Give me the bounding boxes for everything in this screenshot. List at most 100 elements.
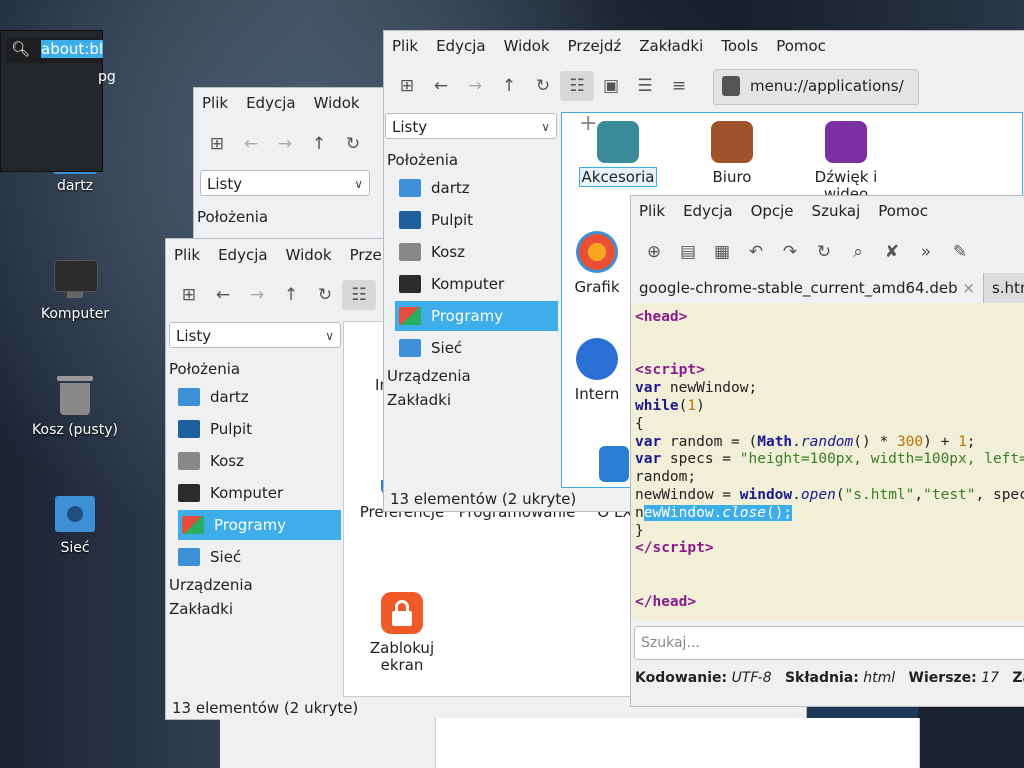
address-input[interactable]: menu://applications/ — [750, 77, 904, 95]
desktop-icon-label: Kosz (pusty) — [32, 422, 118, 438]
compact-view-icon[interactable]: ☰ — [628, 71, 662, 101]
app-accessories[interactable]: Akcesoria — [563, 121, 673, 187]
sidebar-item-computer[interactable]: Komputer — [178, 478, 338, 508]
menu-view[interactable]: Widok — [286, 246, 332, 264]
new-file-icon[interactable]: ⊕ — [637, 237, 671, 267]
menu-file[interactable]: Plik — [174, 246, 200, 264]
menu-edit[interactable]: Edycja — [683, 202, 732, 220]
search-placeholder: Szukaj... — [641, 635, 700, 651]
briefcase-icon — [711, 121, 753, 163]
search-field[interactable]: Szukaj... — [634, 626, 1024, 660]
app-graphics[interactable]: Grafik — [557, 231, 637, 296]
forward-icon[interactable]: → — [458, 71, 492, 101]
menu-file[interactable]: Plik — [202, 94, 228, 112]
address-bar[interactable]: menu://applications/ — [713, 69, 919, 105]
tab-label: s.html — [991, 279, 1024, 297]
new-tab-icon[interactable]: ⊞ — [172, 280, 206, 310]
folder-home-icon — [399, 179, 421, 197]
tab-chrome-deb[interactable]: google-chrome-stable_current_amd64.deb × — [631, 273, 984, 303]
search-launcher: 🔍︎ about:bl pg — [0, 30, 116, 172]
menu-options[interactable]: Opcje — [751, 202, 794, 220]
more-icon[interactable]: » — [909, 237, 943, 267]
menu-edit[interactable]: Edycja — [218, 246, 267, 264]
find-icon[interactable]: ⌕ — [841, 237, 875, 267]
sidebar-item-label: dartz — [431, 179, 470, 197]
menu-edit[interactable]: Edycja — [436, 37, 485, 55]
sidebar-item-network[interactable]: Sieć — [178, 542, 338, 572]
menu-go[interactable]: Prze — [350, 246, 382, 264]
forward-icon[interactable]: → — [240, 280, 274, 310]
find-replace-icon[interactable]: ✘ — [875, 237, 909, 267]
code-editor[interactable]: <head> <script> var newWindow; while(1) … — [631, 303, 1024, 621]
search-bar[interactable]: 🔍︎ about:bl — [7, 37, 104, 63]
desktop-icon-trash[interactable]: Kosz (pusty) — [20, 374, 130, 438]
undo-icon[interactable]: ↶ — [739, 237, 773, 267]
pen-icon[interactable]: ✎ — [943, 237, 977, 267]
back-icon[interactable]: ← — [234, 129, 268, 159]
sidebar-item-label: Kosz — [210, 452, 244, 470]
menu-file[interactable]: Plik — [392, 37, 418, 55]
back-icon[interactable]: ← — [424, 71, 458, 101]
back-icon[interactable]: ← — [206, 280, 240, 310]
sidebar-item-desktop[interactable]: Pulpit — [178, 414, 338, 444]
redo-icon[interactable]: ↷ — [773, 237, 807, 267]
chevron-down-icon: ∨ — [354, 177, 363, 191]
open-folder-icon[interactable]: ▤ — [671, 237, 705, 267]
app-label: Akcesoria — [578, 167, 658, 187]
list-view-icon[interactable]: ≡ — [662, 71, 696, 101]
icon-view-icon[interactable]: ☷ — [560, 71, 594, 101]
up-icon[interactable]: ↑ — [274, 280, 308, 310]
chevron-down-icon: ∨ — [541, 120, 550, 134]
view-mode-select[interactable]: Listy ∨ — [200, 170, 370, 196]
sidebar-item-applications[interactable]: Programy — [395, 301, 558, 331]
desktop-icon-network[interactable]: Sieć — [20, 492, 130, 556]
menu-edit[interactable]: Edycja — [246, 94, 295, 112]
menu-file[interactable]: Plik — [639, 202, 665, 220]
menu-tools[interactable]: Tools — [721, 37, 758, 55]
new-tab-icon[interactable]: ⊞ — [390, 71, 424, 101]
sidebar-item-trash[interactable]: Kosz — [399, 237, 559, 267]
reload-icon[interactable]: ↻ — [526, 71, 560, 101]
forward-icon[interactable]: → — [268, 129, 302, 159]
app-office[interactable]: Biuro — [677, 121, 787, 186]
places-header: Położenia — [169, 360, 241, 378]
menu-help[interactable]: Pomoc — [878, 202, 928, 220]
app-lock-screen[interactable]: Zablokuj ekran — [347, 592, 457, 674]
thumbnail-view-icon[interactable]: ▣ — [594, 71, 628, 101]
view-mode-select[interactable]: Listy ∨ — [169, 322, 341, 348]
app-internet[interactable]: Intern — [557, 338, 637, 403]
up-icon[interactable]: ↑ — [492, 71, 526, 101]
sidebar-item-trash[interactable]: Kosz — [178, 446, 338, 476]
icon-view-icon[interactable]: ☷ — [342, 280, 376, 310]
reload-icon[interactable]: ↻ — [807, 237, 841, 267]
sidebar-item-home[interactable]: dartz — [399, 173, 559, 203]
sidebar-item-network[interactable]: Sieć — [399, 333, 559, 363]
reload-icon[interactable]: ↻ — [308, 280, 342, 310]
view-mode-select[interactable]: Listy ∨ — [385, 113, 557, 139]
menu-search[interactable]: Szukaj — [812, 202, 861, 220]
sidebar-item-label: Kosz — [431, 243, 465, 261]
new-tab-icon[interactable]: ⊞ — [200, 129, 234, 159]
folder-network-icon — [53, 492, 97, 536]
menu-view[interactable]: Widok — [504, 37, 550, 55]
menu-help[interactable]: Pomoc — [776, 37, 826, 55]
sidebar-item-desktop[interactable]: Pulpit — [399, 205, 559, 235]
app-multimedia[interactable]: Dźwięk i wideo — [791, 121, 901, 203]
sidebar-item-home[interactable]: dartz — [178, 382, 338, 412]
encoding-label: Kodowanie: — [635, 670, 728, 686]
desktop-icon — [399, 211, 421, 229]
sidebar-item-applications[interactable]: Programy — [178, 510, 341, 540]
sidebar-item-computer[interactable]: Komputer — [399, 269, 559, 299]
search-input[interactable]: about:bl — [41, 40, 104, 58]
desktop-icon-computer[interactable]: Komputer — [20, 258, 130, 322]
tab-s-html[interactable]: s.html — [983, 273, 1024, 303]
menu-view[interactable]: Widok — [314, 94, 360, 112]
menu-bookmarks[interactable]: Zakładki — [639, 37, 703, 55]
close-icon[interactable]: × — [962, 279, 975, 297]
up-icon[interactable]: ↑ — [302, 129, 336, 159]
lines-value: 17 — [981, 670, 1000, 686]
save-icon[interactable]: ▦ — [705, 237, 739, 267]
reload-icon[interactable]: ↻ — [336, 129, 370, 159]
view-mode-value: Listy — [392, 118, 428, 136]
menu-go[interactable]: Przejdź — [568, 37, 622, 55]
